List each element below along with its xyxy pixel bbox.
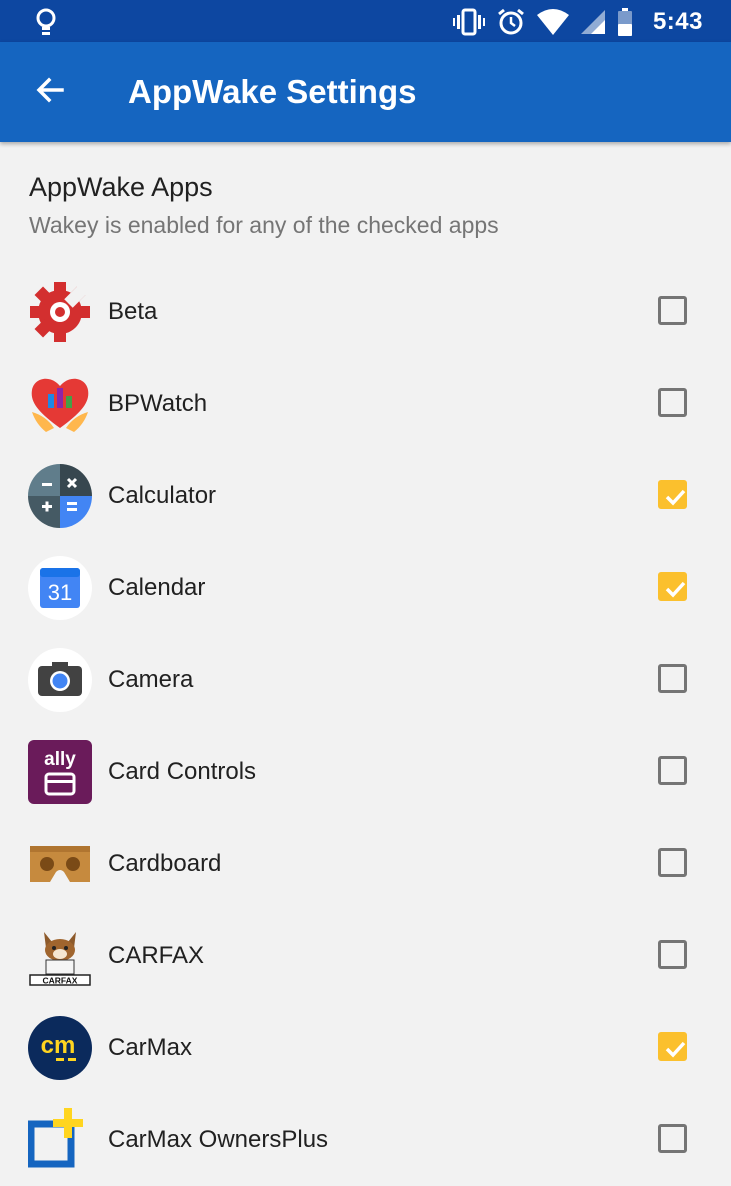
- app-label: Calculator: [108, 482, 217, 509]
- beta-gear-icon: [28, 280, 92, 344]
- checkbox-beta[interactable]: [658, 296, 687, 325]
- list-item-card-controls[interactable]: ally Card Controls: [0, 726, 731, 818]
- app-label: CarMax: [108, 1034, 193, 1061]
- lightbulb-icon: [30, 6, 62, 38]
- back-button[interactable]: [22, 64, 78, 120]
- section-subtitle: Wakey is enabled for any of the checked …: [29, 212, 499, 238]
- list-item-bpwatch[interactable]: BPWatch: [0, 358, 731, 450]
- app-label: CARFAX: [108, 942, 205, 969]
- app-bar: AppWake Settings: [0, 42, 731, 142]
- list-item-carmax[interactable]: cm CarMax: [0, 1002, 731, 1094]
- carmax-ownersplus-icon: [27, 1108, 92, 1172]
- ally-logo-text: ally: [44, 749, 76, 770]
- app-label: Beta: [108, 298, 158, 325]
- carmax-icon: cm: [28, 1016, 92, 1080]
- wifi-icon: [536, 9, 569, 35]
- calendar-date-text: 31: [48, 580, 72, 605]
- status-bar: 5:43: [0, 0, 731, 42]
- alarm-icon: [497, 8, 525, 36]
- battery-icon: [617, 8, 633, 36]
- arrow-back-icon: [34, 74, 66, 111]
- carfax-logo-text: CARFAX: [43, 976, 78, 986]
- checkbox-bpwatch[interactable]: [658, 388, 687, 417]
- camera-icon: [28, 648, 92, 712]
- checkbox-camera[interactable]: [658, 664, 687, 693]
- list-item-cardboard[interactable]: Cardboard: [0, 818, 731, 910]
- status-time: 5:43: [652, 8, 703, 35]
- list-item-calendar[interactable]: 31 Calendar: [0, 542, 731, 634]
- app-label: Card Controls: [108, 758, 257, 785]
- list-item-carmax-ownersplus[interactable]: CarMax OwnersPlus: [0, 1094, 731, 1186]
- checkbox-calendar[interactable]: [658, 572, 687, 601]
- list-item-beta[interactable]: Beta: [0, 266, 731, 358]
- list-item-camera[interactable]: Camera: [0, 634, 731, 726]
- list-item-calculator[interactable]: Calculator: [0, 450, 731, 542]
- cell-signal-icon: [580, 10, 605, 34]
- carmax-logo-text: cm: [41, 1032, 76, 1059]
- calendar-icon: 31: [28, 556, 92, 620]
- list-item-carfax[interactable]: CARFAX CARFAX: [0, 910, 731, 1002]
- app-label: Calendar: [108, 574, 206, 601]
- app-label: BPWatch: [108, 390, 208, 417]
- page-title: AppWake Settings: [128, 73, 417, 110]
- app-label: Camera: [108, 666, 194, 693]
- checkbox-cardboard[interactable]: [658, 848, 687, 877]
- section-title: AppWake Apps: [29, 172, 213, 202]
- checkbox-calculator[interactable]: [658, 480, 687, 509]
- app-label: Cardboard: [108, 850, 222, 877]
- checkbox-carfax[interactable]: [658, 940, 687, 969]
- calculator-icon: [28, 464, 92, 528]
- cardboard-icon: [28, 832, 92, 896]
- checkbox-carmax[interactable]: [658, 1032, 687, 1061]
- carfax-fox-icon: CARFAX: [28, 924, 92, 988]
- vibrate-icon: [452, 8, 485, 36]
- app-label: CarMax OwnersPlus: [108, 1126, 329, 1153]
- checkbox-carmax-ownersplus[interactable]: [658, 1124, 687, 1153]
- app-list: Beta BPWatch Calculator 31 Calendar Came…: [0, 266, 731, 1186]
- bpwatch-heart-icon: [28, 372, 92, 436]
- ally-card-icon: ally: [28, 740, 92, 804]
- checkbox-card-controls[interactable]: [658, 756, 687, 785]
